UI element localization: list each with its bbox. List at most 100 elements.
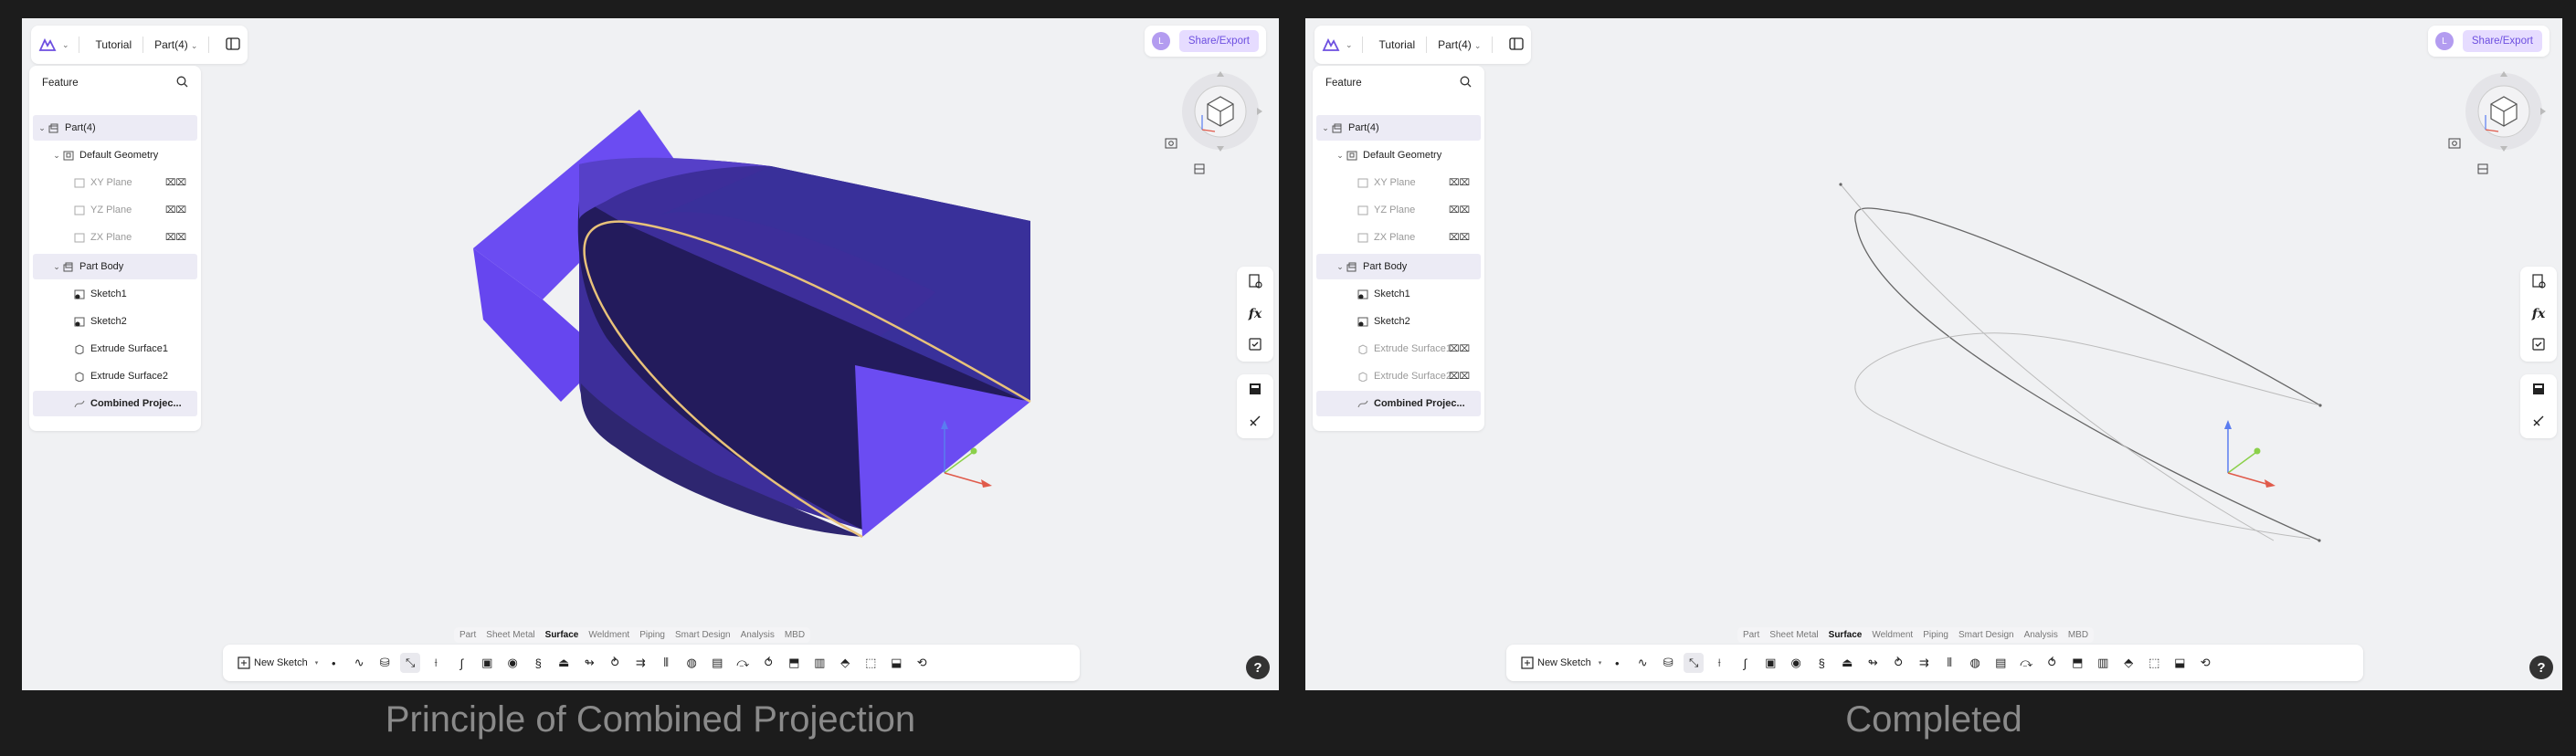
thicken-icon[interactable]: ⫴ [1939,653,1959,673]
document-settings-icon[interactable] [1248,274,1262,291]
tree-item-part[interactable]: ⌄ Part(4) [1316,115,1481,141]
tree-item-sketch1[interactable]: Sketch1 [33,281,197,307]
fit-view-icon[interactable] [2447,137,2462,154]
avatar[interactable]: L [2434,32,2454,50]
tree-item-sketch2[interactable]: Sketch2 [1316,309,1481,334]
chevron-down-icon[interactable]: ⌄ [37,123,48,133]
replace-face-icon[interactable]: ▥ [2093,653,2113,673]
avatar[interactable]: L [1151,32,1170,50]
new-sketch-button[interactable]: New Sketch [1515,653,1597,673]
transform-icon[interactable]: ⟲ [2195,653,2215,673]
tree-item-part-body[interactable]: ⌄ Part Body [1316,254,1481,279]
tree-item-sketch1[interactable]: Sketch1 [1316,281,1481,307]
tab-analysis[interactable]: Analysis [741,630,775,640]
tab-mbd[interactable]: MBD [785,630,805,640]
tree-item-combined-projection[interactable]: Combined Projec... [1316,391,1481,416]
sweep-surface-icon[interactable]: § [1811,653,1832,673]
3d-scene-left[interactable] [22,18,1279,690]
app-logo-icon[interactable]: ⌄ [38,37,69,52]
viewport-right[interactable]: ⌄ Tutorial Part(4) ⌄ L Share/Export Featu… [1305,18,2562,690]
pattern-icon[interactable]: ⬓ [2170,653,2190,673]
spline-icon[interactable]: ∫ [451,653,471,673]
tab-part[interactable]: Part [1743,630,1759,640]
chevron-down-icon[interactable]: ⌄ [1335,151,1346,161]
app-logo-icon[interactable]: ⌄ [1322,37,1353,52]
tree-item-xy-plane[interactable]: XY Plane ⌧⌧ [1316,170,1481,195]
revolve-surface-icon[interactable]: ◉ [502,653,523,673]
tree-item-xy-plane[interactable]: XY Plane ⌧⌧ [33,170,197,195]
split-icon[interactable]: ⤼ [733,653,753,673]
spline-icon[interactable]: ∫ [1735,653,1755,673]
extrude-surface-icon[interactable]: ▣ [1760,653,1780,673]
blend-surface-icon[interactable]: ⥁ [1888,653,1908,673]
tree-item-combined-projection[interactable]: Combined Projec... [33,391,197,416]
help-button[interactable]: ? [2529,656,2553,679]
mirror-icon[interactable]: ⬚ [2144,653,2164,673]
measure-icon[interactable] [2531,414,2546,431]
new-sketch-button[interactable]: New Sketch [232,653,313,673]
tab-weldment[interactable]: Weldment [1872,630,1913,640]
eye-hidden-icon[interactable]: ⌧⌧ [1449,344,1470,354]
chevron-down-icon[interactable]: ⌄ [51,151,62,161]
view-mode-icon[interactable] [1193,163,1206,180]
tree-item-sketch2[interactable]: Sketch2 [33,309,197,334]
curve-tool-icon[interactable]: ∿ [349,653,369,673]
fit-view-icon[interactable] [1164,137,1178,154]
fill-surface-icon[interactable]: ↬ [579,653,599,673]
extend-surface-icon[interactable]: ▤ [1990,653,2011,673]
knit-icon[interactable]: ⥀ [2042,653,2062,673]
panel-toggle-icon[interactable] [226,37,241,53]
calculator-icon[interactable] [1248,382,1262,399]
combined-projection-icon[interactable]: ⤡ [400,653,421,673]
share-export-button[interactable]: Share/Export [1178,30,1259,52]
view-cube[interactable] [1175,66,1266,157]
tab-smart-design[interactable]: Smart Design [1958,630,2014,640]
checklist-icon[interactable] [2531,337,2546,354]
pattern-icon[interactable]: ⬓ [886,653,906,673]
fill-surface-icon[interactable]: ↬ [1863,653,1883,673]
eye-hidden-icon[interactable]: ⌧⌧ [1449,205,1470,215]
share-export-button[interactable]: Share/Export [2462,30,2542,52]
eye-hidden-icon[interactable]: ⌧⌧ [1449,372,1470,382]
delete-face-icon[interactable]: ⬒ [784,653,804,673]
point-icon[interactable]: • [323,653,343,673]
checklist-icon[interactable] [1248,337,1262,354]
tree-item-zx-plane[interactable]: ZX Plane ⌧⌧ [1316,225,1481,250]
curve-tool-icon[interactable]: ∿ [1632,653,1652,673]
transform-icon[interactable]: ⟲ [912,653,932,673]
offset-surface-icon[interactable]: ⇉ [630,653,650,673]
breadcrumb-tutorial[interactable]: Tutorial [96,38,132,51]
tree-item-default-geometry[interactable]: ⌄ Default Geometry [1316,142,1481,168]
tree-item-extrude-surface2[interactable]: Extrude Surface2 [33,363,197,389]
tab-smart-design[interactable]: Smart Design [675,630,731,640]
loft-surface-icon[interactable]: ⏏ [554,653,574,673]
eye-hidden-icon[interactable]: ⌧⌧ [1449,178,1470,188]
tab-analysis[interactable]: Analysis [2024,630,2058,640]
move-face-icon[interactable]: ⬘ [835,653,855,673]
extend-surface-icon[interactable]: ▤ [707,653,727,673]
measure-icon[interactable] [1248,414,1262,431]
mirror-icon[interactable]: ⬚ [860,653,881,673]
combined-projection-curve[interactable] [1854,207,2321,541]
sweep-surface-icon[interactable]: § [528,653,548,673]
trim-surface-icon[interactable]: ◍ [1965,653,1985,673]
trim-surface-icon[interactable]: ◍ [681,653,702,673]
view-mode-icon[interactable] [2476,163,2489,180]
search-icon[interactable] [1460,76,1472,90]
tab-part[interactable]: Part [459,630,476,640]
chevron-down-icon[interactable]: ⌄ [1335,262,1346,272]
tab-sheet-metal[interactable]: Sheet Metal [486,630,534,640]
search-icon[interactable] [176,76,188,90]
breadcrumb-part[interactable]: Part(4) ⌄ [154,38,197,51]
delete-face-icon[interactable]: ⬒ [2067,653,2087,673]
knit-icon[interactable]: ⥀ [758,653,778,673]
chevron-down-icon[interactable]: ▾ [315,659,319,667]
tab-piping[interactable]: Piping [1923,630,1948,640]
extrude-icon[interactable]: ⛁ [375,653,395,673]
tab-surface[interactable]: Surface [545,630,579,640]
move-face-icon[interactable]: ⬘ [2118,653,2138,673]
tree-item-yz-plane[interactable]: YZ Plane ⌧⌧ [33,197,197,223]
intersection-icon[interactable]: ⟊ [426,653,446,673]
loft-surface-icon[interactable]: ⏏ [1837,653,1857,673]
breadcrumb-part[interactable]: Part(4) ⌄ [1438,38,1481,51]
